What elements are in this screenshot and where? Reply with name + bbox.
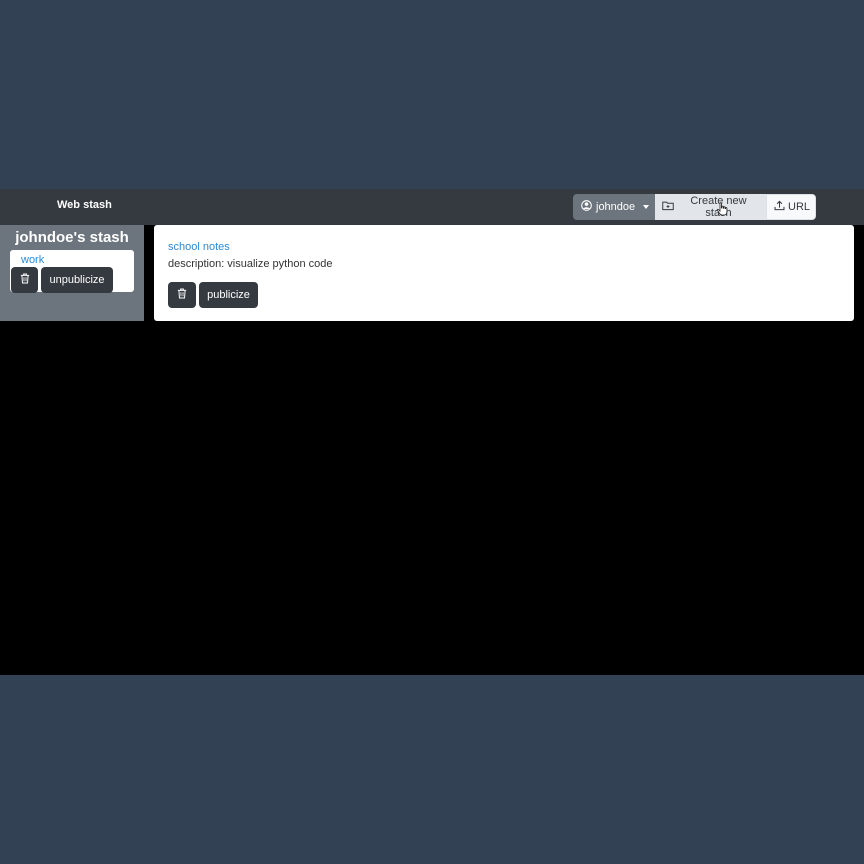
navbar-actions: johndoe Create new stash URL [573, 194, 816, 220]
folder-plus-icon [662, 200, 674, 214]
unpublicize-button[interactable]: unpublicize [41, 267, 113, 293]
upload-url-button[interactable]: URL [766, 194, 816, 220]
brand-title[interactable]: Web stash [57, 199, 112, 211]
upload-url-label: URL [788, 201, 811, 213]
chevron-down-icon [643, 205, 650, 209]
delete-stash-button[interactable] [11, 267, 38, 293]
hand-pointer-icon [716, 202, 728, 219]
sidebar-stash-card: work unpublicize [10, 250, 134, 293]
sidebar: johndoe's stash work unpublicize [0, 225, 144, 321]
delete-stash-button[interactable] [168, 282, 196, 308]
stash-card-school-notes: school notes description: visualize pyth… [154, 225, 854, 321]
navbar: Web stash johndoe Create new stash URL [0, 189, 864, 225]
bottom-background-band [0, 675, 864, 864]
user-menu-button[interactable]: johndoe [573, 194, 655, 220]
create-new-stash-button[interactable]: Create new stash [655, 194, 766, 220]
trash-icon [20, 273, 30, 287]
publicize-button[interactable]: publicize [199, 282, 258, 308]
stash-link-work[interactable]: work [21, 254, 44, 266]
user-circle-icon [581, 200, 592, 214]
stash-link-school-notes[interactable]: school notes [168, 241, 230, 253]
upload-icon [774, 200, 785, 214]
stash-description: description: visualize python code [168, 258, 333, 270]
trash-icon [177, 288, 187, 302]
user-menu-label: johndoe [596, 201, 636, 213]
app-window: Web stash johndoe Create new stash URL j… [0, 189, 864, 675]
sidebar-title: johndoe's stash [15, 229, 129, 246]
top-background-band [0, 0, 864, 189]
